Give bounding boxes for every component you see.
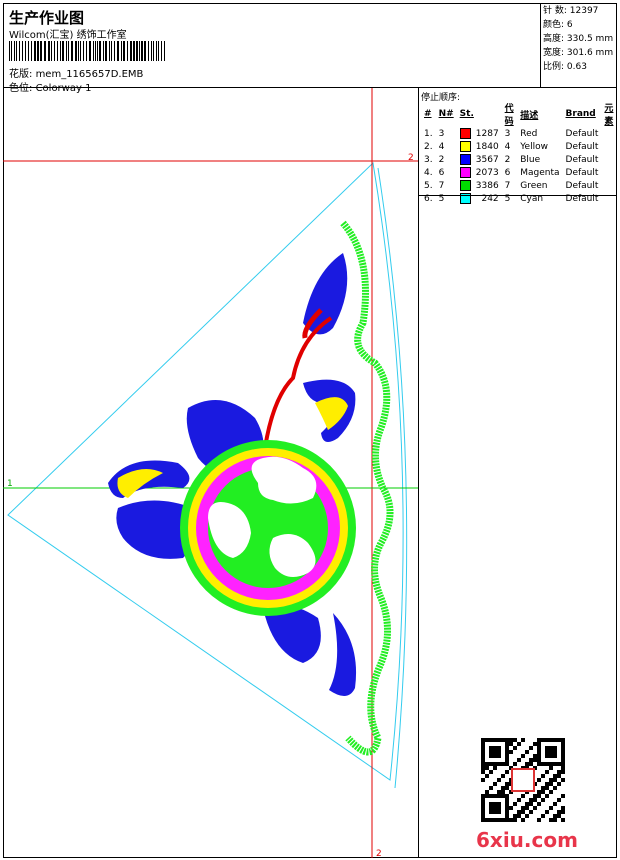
row-brand: Default: [565, 128, 599, 139]
stat-height: 高度: 330.5 mm: [543, 34, 614, 44]
row-index: 3.: [424, 154, 433, 165]
row-stitches: 3567: [475, 155, 499, 165]
marker-bottom: 2: [376, 849, 382, 858]
row-needle: 4: [438, 141, 445, 152]
row-description: Yellow: [520, 141, 548, 152]
table-row: 5. 7 3386 7 Green Default: [421, 179, 617, 192]
row-needle: 6: [438, 167, 445, 178]
row-brand: Default: [565, 180, 599, 191]
col-stitches: St.: [459, 109, 474, 119]
row-swatch: 1287: [457, 127, 502, 140]
row-code: 3: [504, 128, 511, 139]
row-description: Cyan: [520, 193, 544, 204]
color-swatch: [459, 141, 471, 152]
stat-colors: 颜色: 6: [543, 20, 573, 30]
row-description: Blue: [520, 154, 541, 165]
design-line: 花版: mem_1165657D.EMB: [9, 65, 143, 80]
marker-left: 1: [7, 479, 13, 489]
col-code: 代码: [504, 104, 514, 127]
barcode: [9, 41, 165, 61]
design-canvas: 2 2 1: [3, 88, 419, 858]
row-swatch: 3386: [457, 179, 502, 192]
stat-width: 宽度: 301.6 mm: [543, 48, 614, 58]
color-swatch: [459, 154, 471, 165]
qr-code: [481, 738, 565, 822]
row-brand: Default: [565, 193, 599, 204]
studio-name: Wilcom(汇宝) 绣饰工作室: [9, 30, 127, 41]
divider: [419, 195, 617, 196]
color-swatch: [459, 180, 471, 191]
row-code: 5: [504, 193, 511, 204]
stop-sequence-table: # N# St. 代码 描述 Brand 元素 1. 3 1287 3 Red Defau…: [421, 101, 617, 205]
row-brand: Default: [565, 167, 599, 178]
row-stitches: 3386: [475, 181, 499, 191]
row-code: 4: [504, 141, 511, 152]
row-swatch: 1840: [457, 140, 502, 153]
col-element: 元素: [604, 104, 614, 127]
table-row: 2. 4 1840 4 Yellow Default: [421, 140, 617, 153]
row-needle: 7: [438, 180, 445, 191]
embroidery-preview: 2 2 1: [3, 88, 418, 858]
row-stitches: 2073: [475, 168, 499, 178]
row-needle: 2: [438, 154, 445, 165]
row-description: Magenta: [520, 167, 560, 178]
row-swatch: 3567: [457, 153, 502, 166]
row-index: 4.: [424, 167, 433, 178]
col-description: 描述: [520, 110, 539, 121]
row-stitches: 1287: [475, 129, 499, 139]
marker-top: 2: [408, 153, 414, 163]
stat-ratio: 比例: 0.63: [543, 62, 587, 72]
table-row: 1. 3 1287 3 Red Default: [421, 127, 617, 140]
row-index: 5.: [424, 180, 433, 191]
row-brand: Default: [565, 154, 599, 165]
row-code: 7: [504, 180, 511, 191]
row-needle: 3: [438, 128, 445, 139]
page-title: 生产作业图: [9, 9, 85, 27]
stats-panel: 针 数: 12397 颜色: 6 高度: 330.5 mm 宽度: 301.6 …: [540, 3, 617, 88]
table-header-row: # N# St. 代码 描述 Brand 元素: [421, 101, 617, 127]
row-description: Green: [520, 180, 548, 191]
table-row: 6. 5 242 5 Cyan Default: [421, 192, 617, 205]
row-swatch: 242: [457, 192, 502, 205]
row-code: 2: [504, 154, 511, 165]
col-brand: Brand: [565, 109, 596, 119]
row-needle: 5: [438, 193, 445, 204]
row-index: 2.: [424, 141, 433, 152]
watermark: 6xiu.com: [476, 828, 578, 852]
row-swatch: 2073: [457, 166, 502, 179]
row-index: 1.: [424, 128, 433, 139]
color-swatch: [459, 128, 471, 139]
col-needle: N#: [438, 109, 454, 119]
col-index: #: [424, 109, 432, 119]
row-index: 6.: [424, 193, 433, 204]
header: 生产作业图 Wilcom(汇宝) 绣饰工作室 花版: mem_1165657D.…: [3, 3, 540, 94]
row-description: Red: [520, 128, 538, 139]
row-brand: Default: [565, 141, 599, 152]
row-code: 6: [504, 167, 511, 178]
table-row: 3. 2 3567 2 Blue Default: [421, 153, 617, 166]
stat-stitches: 针 数: 12397: [543, 6, 599, 16]
row-stitches: 1840: [475, 142, 499, 152]
color-swatch: [459, 167, 471, 178]
table-row: 4. 6 2073 6 Magenta Default: [421, 166, 617, 179]
